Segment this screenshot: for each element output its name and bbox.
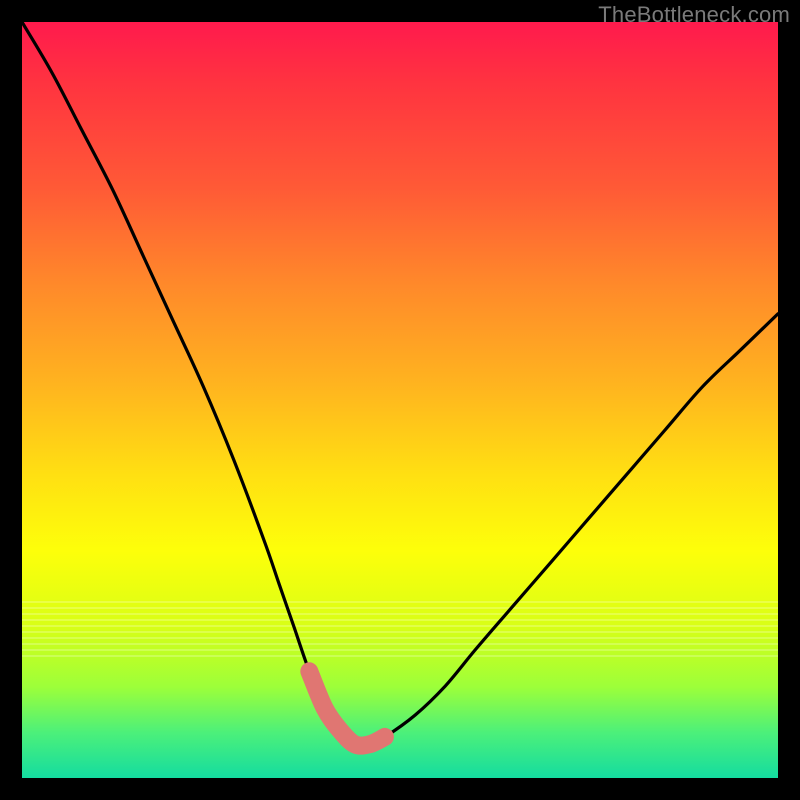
curve-highlight xyxy=(309,671,385,745)
outer-frame: TheBottleneck.com xyxy=(0,0,800,800)
chart-svg xyxy=(22,22,778,778)
curve-group xyxy=(22,22,778,746)
plot-area xyxy=(22,22,778,778)
bottleneck-curve-path xyxy=(22,22,778,746)
